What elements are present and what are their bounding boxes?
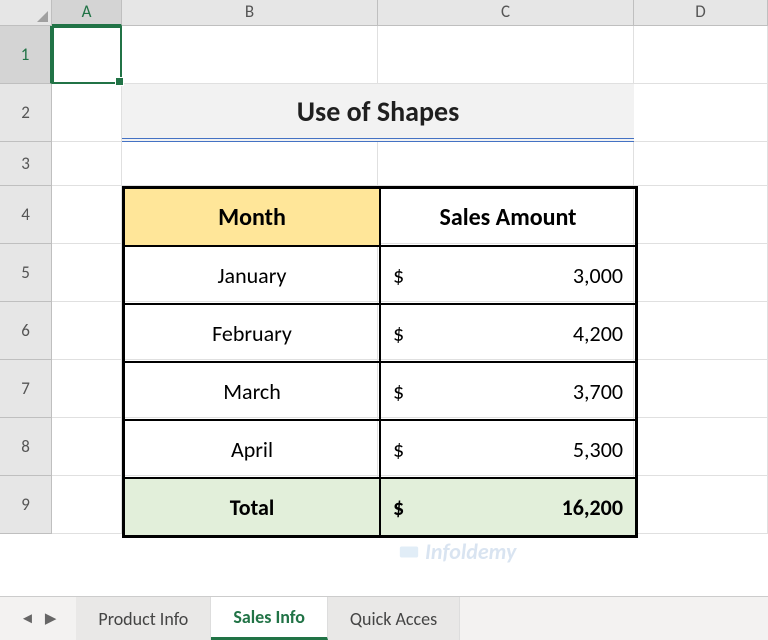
row-headers: 123456789 — [0, 26, 52, 534]
column-headers: ABCD — [52, 0, 768, 26]
table-cell-amount[interactable]: $5,300 — [380, 420, 636, 478]
sheet-tab-quick-acces[interactable]: Quick Acces — [328, 597, 460, 640]
table-cell-month[interactable]: Total — [124, 478, 380, 536]
table-cell-month[interactable]: April — [124, 420, 380, 478]
sheet-tab-bar: ◄ ▶ Product InfoSales InfoQuick Acces — [0, 596, 768, 640]
row-header-9[interactable]: 9 — [0, 476, 52, 534]
sheet-tab-product-info[interactable]: Product Info — [76, 597, 211, 640]
watermark: Infoldemy — [398, 538, 516, 565]
sheet-title-text: Use of Shapes — [297, 94, 460, 129]
table-cell-amount[interactable]: $4,200 — [380, 304, 636, 362]
sheet-title: Use of Shapes — [122, 84, 634, 142]
row-header-1[interactable]: 1 — [0, 26, 52, 84]
table-cell-month[interactable]: February — [124, 304, 380, 362]
table-cell-amount[interactable]: $3,700 — [380, 362, 636, 420]
sheet-tab-sales-info[interactable]: Sales Info — [211, 597, 328, 640]
row-header-4[interactable]: 4 — [0, 186, 52, 244]
watermark-icon — [398, 541, 420, 563]
table-cell-month[interactable]: March — [124, 362, 380, 420]
table-cell-month[interactable]: January — [124, 246, 380, 304]
row-header-8[interactable]: 8 — [0, 418, 52, 476]
col-header-B[interactable]: B — [122, 0, 378, 26]
row-header-7[interactable]: 7 — [0, 360, 52, 418]
table-cell-amount[interactable]: $3,000 — [380, 246, 636, 304]
tab-nav: ◄ ▶ — [0, 597, 76, 640]
row-header-2[interactable]: 2 — [0, 84, 52, 142]
col-header-D[interactable]: D — [634, 0, 768, 26]
tab-prev-icon[interactable]: ◄ — [20, 610, 35, 628]
spreadsheet-grid: ABCD 123456789 Use of Shapes MonthSales … — [0, 0, 768, 596]
watermark-text: Infoldemy — [425, 538, 516, 565]
sales-table: MonthSales AmountJanuary$3,000February$4… — [122, 186, 638, 538]
row-header-5[interactable]: 5 — [0, 244, 52, 302]
col-header-C[interactable]: C — [378, 0, 634, 26]
col-header-A[interactable]: A — [52, 0, 122, 26]
table-cell-amount[interactable]: $16,200 — [380, 478, 636, 536]
table-cell-amount[interactable]: Sales Amount — [380, 188, 636, 246]
table-cell-month[interactable]: Month — [124, 188, 380, 246]
row-header-6[interactable]: 6 — [0, 302, 52, 360]
select-all-triangle[interactable] — [0, 0, 52, 26]
tab-next-icon[interactable]: ▶ — [45, 609, 57, 628]
row-header-3[interactable]: 3 — [0, 142, 52, 186]
